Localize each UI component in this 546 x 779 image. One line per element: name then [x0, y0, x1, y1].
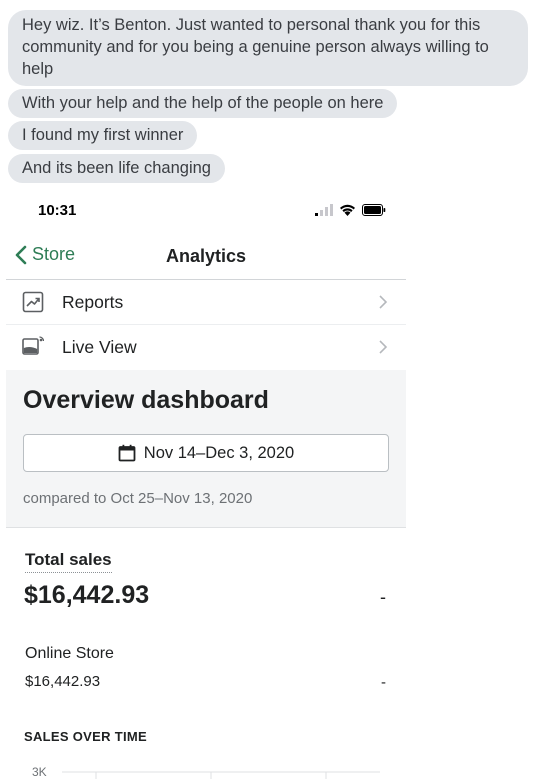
nav-bar: Store Analytics: [6, 236, 406, 280]
online-store-value: $16,442.93: [25, 673, 101, 690]
menu-item-reports[interactable]: Reports: [6, 280, 406, 325]
chat-message: Hey wiz. It’s Benton. Just wanted to per…: [8, 10, 528, 86]
total-sales-value: $16,442.93: [24, 581, 150, 609]
menu-item-label: Live View: [62, 337, 137, 357]
wifi-icon: [340, 204, 355, 216]
status-bar: 10:31: [6, 200, 406, 224]
cellular-signal-icon: [315, 204, 333, 216]
sales-chart-gridline: [62, 771, 380, 779]
status-icons: [315, 204, 386, 216]
chevron-right-icon: [379, 340, 388, 354]
calendar-icon: [118, 444, 136, 462]
menu-item-label: Reports: [62, 292, 124, 312]
date-range-button[interactable]: Nov 14–Dec 3, 2020: [23, 434, 389, 472]
total-sales-change: -: [380, 587, 386, 607]
analytics-screenshot: 10:31 Store Analytics Reports Live View …: [6, 190, 406, 779]
reports-icon: [22, 291, 44, 313]
chat-message: I found my first winner: [8, 121, 198, 150]
comparison-period: compared to Oct 25–Nov 13, 2020: [23, 490, 253, 507]
overview-title: Overview dashboard: [23, 386, 269, 414]
menu-item-live-view[interactable]: Live View: [6, 325, 406, 370]
page-title: Analytics: [165, 246, 247, 266]
sales-over-time-heading: SALES OVER TIME: [24, 729, 147, 744]
online-store-label: Online Store: [25, 645, 114, 662]
date-range-label: Nov 14–Dec 3, 2020: [143, 443, 295, 462]
overview-section: Overview dashboard Nov 14–Dec 3, 2020 co…: [6, 370, 406, 528]
online-store-change: -: [381, 674, 386, 691]
total-sales-label[interactable]: Total sales: [25, 550, 112, 573]
status-time: 10:31: [38, 202, 77, 219]
chat-message: And its been life changing: [8, 154, 225, 183]
chat-message: With your help and the help of the peopl…: [8, 89, 398, 118]
live-view-icon: [22, 336, 44, 355]
chevron-right-icon: [379, 295, 388, 309]
battery-icon: [362, 204, 386, 216]
